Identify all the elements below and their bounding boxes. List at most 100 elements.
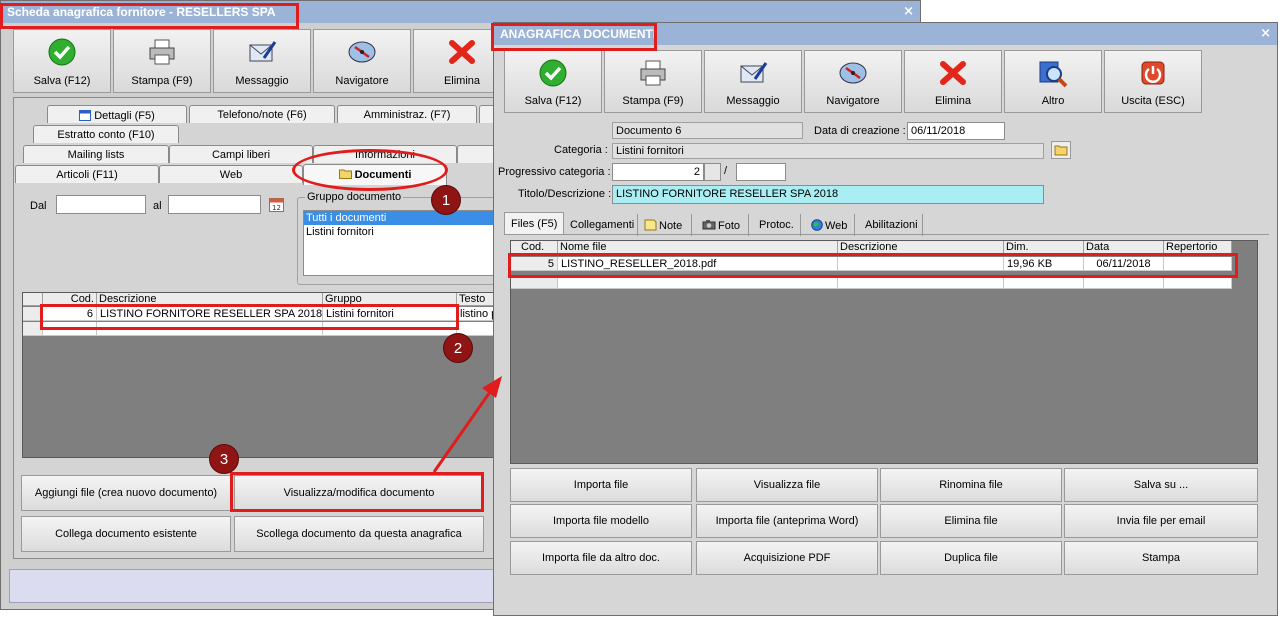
- import-file-button[interactable]: Importa file: [510, 468, 692, 502]
- calendar-picker-icon[interactable]: 12: [268, 196, 285, 213]
- gruppo-documento-list[interactable]: Tutti i documenti Listini fornitori: [303, 210, 497, 276]
- red-x-icon: [940, 61, 966, 85]
- tab-dettagli[interactable]: Dettagli (F5): [47, 105, 187, 123]
- tab-protoc[interactable]: Protoc.: [751, 214, 801, 236]
- tab-telefono-label: Telefono/note (F6): [217, 109, 307, 121]
- tab-articoli-label: Articoli (F11): [56, 169, 118, 181]
- gruppo-documento-label: Gruppo documento: [305, 191, 404, 203]
- print-button[interactable]: Stampa (F9): [604, 50, 702, 113]
- close-icon[interactable]: ×: [1260, 26, 1271, 41]
- tab-foto-label: Foto: [718, 220, 741, 232]
- tab-amministrazione-label: Amministraz. (F7): [363, 109, 451, 121]
- folder-icon[interactable]: [1051, 141, 1071, 159]
- unlink-document-button[interactable]: Scollega documento da questa anagrafica: [234, 516, 484, 552]
- send-email-button[interactable]: Invia file per email: [1064, 504, 1258, 538]
- tab-web[interactable]: Web: [803, 214, 855, 236]
- data-creazione-label: Data di creazione :: [814, 125, 906, 137]
- gruppo-item[interactable]: Listini fornitori: [304, 225, 496, 239]
- titolo-input[interactable]: LISTINO FORNITORE RESELLER SPA 2018: [612, 185, 1044, 204]
- tab-blank-2[interactable]: [457, 145, 497, 163]
- progressivo-separator: /: [724, 165, 728, 177]
- document-id-field: Documento 6: [612, 122, 803, 139]
- import-word-preview-button[interactable]: Importa file (anteprima Word): [696, 504, 878, 538]
- print-button[interactable]: Stampa (F9): [113, 29, 211, 93]
- compass-icon: [348, 41, 376, 63]
- highlight-document-title: [491, 23, 657, 51]
- delete-button[interactable]: Elimina: [904, 50, 1002, 113]
- envelope-pen-icon: [740, 62, 768, 83]
- progressivo-input[interactable]: 2: [612, 163, 704, 181]
- tab-campi-liberi[interactable]: Campi liberi: [169, 145, 313, 163]
- link-existing-document-button[interactable]: Collega documento esistente: [21, 516, 231, 552]
- dal-label: Dal: [30, 200, 47, 212]
- rename-file-button[interactable]: Rinomina file: [880, 468, 1062, 502]
- tab-files-label: Files (F5): [511, 218, 558, 230]
- exit-button[interactable]: Uscita (ESC): [1104, 50, 1202, 113]
- navigator-label: Navigatore: [826, 95, 880, 107]
- tab-web-label: Web: [219, 169, 243, 181]
- step-badge-3: 3: [209, 444, 239, 474]
- add-file-button[interactable]: Aggiungi file (crea nuovo documento): [21, 475, 231, 511]
- view-file-button[interactable]: Visualizza file: [696, 468, 878, 502]
- progressivo-button[interactable]: [704, 163, 721, 181]
- highlight-file-row: [508, 253, 1238, 278]
- tab-amministrazione[interactable]: Amministraz. (F7): [337, 105, 477, 123]
- tab-mailing-lists[interactable]: Mailing lists: [23, 145, 169, 163]
- print-label: Stampa (F9): [622, 95, 684, 107]
- tab-collegamenti[interactable]: Collegamenti: [568, 214, 638, 236]
- note-icon: [644, 219, 657, 231]
- al-label: al: [153, 200, 162, 212]
- check-icon: [48, 38, 76, 66]
- message-button[interactable]: Messaggio: [213, 29, 311, 93]
- save-button[interactable]: Salva (F12): [504, 50, 602, 113]
- tab-foto[interactable]: Foto: [694, 214, 749, 236]
- al-input[interactable]: [168, 195, 261, 214]
- navigator-label: Navigatore: [335, 75, 389, 87]
- printer-icon: [640, 60, 666, 86]
- close-icon[interactable]: ×: [903, 4, 914, 19]
- navigator-button[interactable]: Navigatore: [313, 29, 411, 93]
- power-icon: [1141, 61, 1165, 85]
- exit-label: Uscita (ESC): [1121, 95, 1185, 107]
- tab-web[interactable]: Web: [159, 165, 303, 183]
- message-button[interactable]: Messaggio: [704, 50, 802, 113]
- import-template-button[interactable]: Importa file modello: [510, 504, 692, 538]
- tab-abilitazioni[interactable]: Abilitazioni: [857, 214, 923, 236]
- gruppo-item-selected[interactable]: Tutti i documenti: [304, 211, 496, 225]
- tab-articoli[interactable]: Articoli (F11): [15, 165, 159, 183]
- data-creazione-input[interactable]: 06/11/2018: [907, 122, 1005, 140]
- print-file-button[interactable]: Stampa: [1064, 541, 1258, 575]
- progressivo-total-input[interactable]: [736, 163, 786, 181]
- step-badge-2: 2: [443, 333, 473, 363]
- save-to-button[interactable]: Salva su ...: [1064, 468, 1258, 502]
- save-button[interactable]: Salva (F12): [13, 29, 111, 93]
- duplicate-file-button[interactable]: Duplica file: [880, 541, 1062, 575]
- import-from-doc-button[interactable]: Importa file da altro doc.: [510, 541, 692, 575]
- tab-note[interactable]: Note: [640, 214, 692, 236]
- tab-estratto-conto[interactable]: Estratto conto (F10): [33, 125, 179, 143]
- highlight-documenti-ellipse: [292, 149, 448, 191]
- categoria-field[interactable]: Listini fornitori: [612, 143, 1044, 159]
- arrow-annotation: [432, 376, 502, 473]
- tab-files[interactable]: Files (F5): [504, 212, 564, 234]
- tab-mailing-label: Mailing lists: [67, 149, 125, 161]
- red-x-icon: [449, 40, 475, 64]
- compass-icon: [839, 62, 867, 84]
- svg-text:12: 12: [272, 204, 281, 212]
- tab-estratto-label: Estratto conto (F10): [57, 129, 155, 141]
- titolo-label: Titolo/Descrizione :: [518, 188, 612, 200]
- message-label: Messaggio: [235, 75, 289, 87]
- calendar-icon: [79, 110, 92, 121]
- tab-campi-label: Campi liberi: [211, 149, 271, 161]
- tab-collegamenti-label: Collegamenti: [570, 219, 635, 231]
- more-button[interactable]: Altro: [1004, 50, 1102, 113]
- pdf-acquisition-button[interactable]: Acquisizione PDF: [696, 541, 878, 575]
- step-badge-1: 1: [431, 185, 461, 215]
- save-label: Salva (F12): [524, 95, 582, 107]
- dal-input[interactable]: [56, 195, 146, 214]
- tab-telefono[interactable]: Telefono/note (F6): [189, 105, 335, 123]
- delete-file-button[interactable]: Elimina file: [880, 504, 1062, 538]
- navigator-button[interactable]: Navigatore: [804, 50, 902, 113]
- tab-protoc-label: Protoc.: [759, 219, 794, 231]
- delete-label: Elimina: [934, 95, 972, 107]
